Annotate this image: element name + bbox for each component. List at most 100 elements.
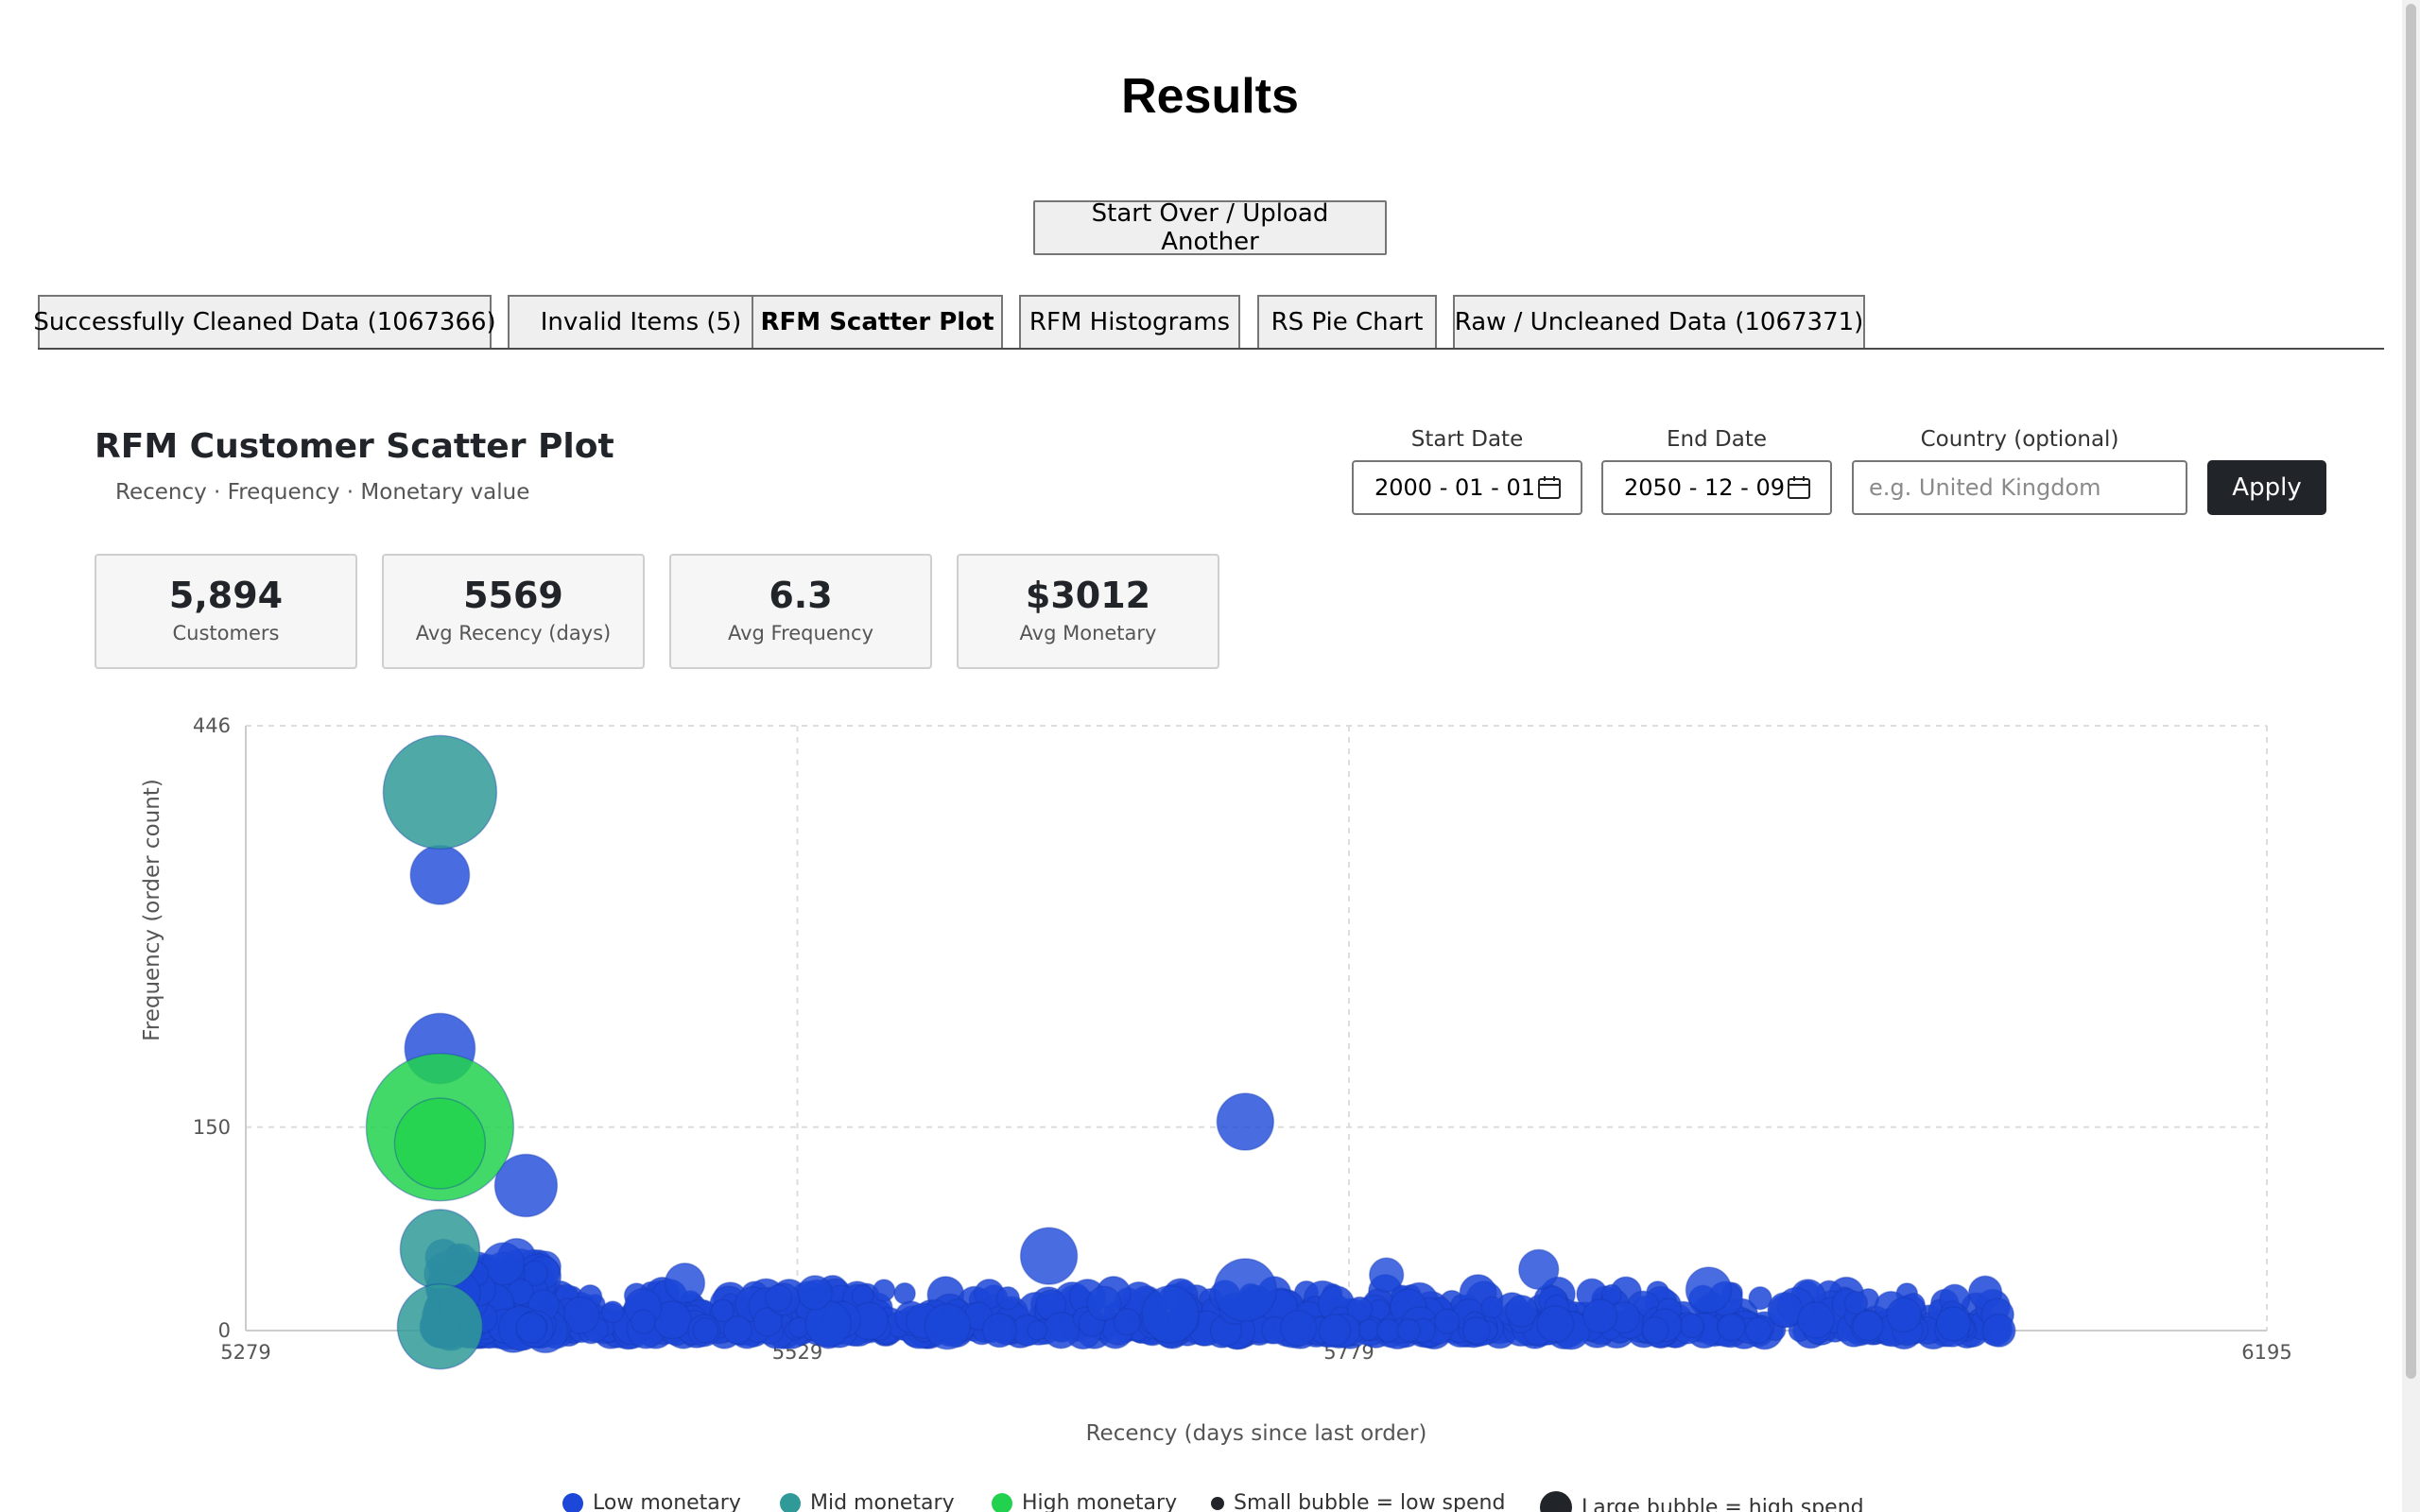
data-point	[1216, 1092, 1275, 1151]
data-point	[924, 1302, 971, 1350]
tab-rfm-histograms[interactable]: RFM Histograms	[1019, 295, 1240, 348]
data-point	[1981, 1313, 2016, 1348]
legend-label: Low monetary	[593, 1491, 741, 1512]
y-axis-title: Frequency (order count)	[140, 779, 164, 1041]
legend-dot-small	[1211, 1496, 1224, 1510]
data-point	[601, 1300, 625, 1324]
data-point	[1536, 1305, 1575, 1343]
country-input[interactable]	[1852, 460, 2187, 515]
end-date-input[interactable]: 2050 - 12 - 09	[1601, 460, 1832, 515]
start-over-button[interactable]: Start Over / Upload Another	[1033, 199, 1387, 256]
data-point	[1886, 1297, 1922, 1333]
stat-card-avg-recency: 5569 Avg Recency (days)	[382, 554, 645, 669]
legend-item-low: Low monetary	[562, 1491, 741, 1512]
data-point	[1582, 1297, 1618, 1334]
data-point	[1717, 1313, 1746, 1342]
data-point	[1318, 1314, 1352, 1348]
data-point	[382, 734, 498, 850]
data-point	[872, 1279, 896, 1302]
chart-title: RFM Customer Scatter Plot	[95, 427, 614, 466]
data-point	[1480, 1296, 1504, 1319]
scrollbar-thumb[interactable]	[2406, 4, 2416, 1379]
stat-label: Avg Frequency	[727, 622, 874, 644]
stat-card-avg-monetary: $3012 Avg Monetary	[957, 554, 1219, 669]
start-date-value: 2000 - 01 - 01	[1374, 474, 1535, 501]
data-point	[692, 1316, 719, 1344]
data-point	[1935, 1306, 1972, 1342]
tab-cleaned-data[interactable]: Successfully Cleaned Data (1067366)	[33, 295, 496, 348]
data-point	[399, 1209, 481, 1290]
x-tick-label: 6195	[2241, 1341, 2291, 1364]
data-point	[1748, 1286, 1772, 1311]
stat-value: 5,894	[168, 575, 284, 616]
data-point	[409, 844, 471, 905]
legend-dot-large	[1540, 1491, 1572, 1512]
apply-button[interactable]: Apply	[2207, 460, 2326, 515]
legend-label: Small bubble = low spend	[1234, 1491, 1506, 1512]
data-point	[631, 1309, 656, 1334]
tab-raw-data[interactable]: Raw / Uncleaned Data (1067371)	[1453, 295, 1865, 348]
page-scrollbar[interactable]	[2402, 0, 2420, 1512]
legend-dot-mid	[780, 1492, 801, 1512]
x-tick-label: 5279	[220, 1341, 270, 1364]
data-point	[797, 1275, 833, 1311]
calendar-icon[interactable]	[1787, 475, 1811, 500]
legend-label: High monetary	[1022, 1491, 1178, 1512]
data-point	[1086, 1285, 1122, 1322]
data-point	[1357, 1318, 1380, 1341]
data-point	[1213, 1258, 1278, 1322]
data-point	[1744, 1316, 1772, 1345]
results-page: Results Start Over / Upload Another Succ…	[0, 0, 2420, 1512]
data-point	[764, 1283, 793, 1313]
data-point	[396, 1282, 484, 1370]
stat-value: 6.3	[769, 575, 833, 616]
legend-item-mid: Mid monetary	[780, 1491, 955, 1512]
data-point	[515, 1312, 547, 1344]
data-point	[1852, 1310, 1884, 1342]
y-tick-label: 446	[193, 714, 231, 737]
stat-label: Avg Monetary	[1019, 622, 1157, 644]
data-point	[1434, 1308, 1461, 1334]
tab-rfm-scatter-plot[interactable]: RFM Scatter Plot	[752, 295, 1003, 348]
data-point	[995, 1285, 1021, 1311]
data-point	[1019, 1227, 1079, 1285]
legend-item-large-bubble: Large bubble = high spend	[1540, 1491, 1864, 1512]
chart-subtitle: Recency · Frequency · Monetary value	[115, 480, 530, 505]
legend-item-high: High monetary	[992, 1491, 1177, 1512]
legend-dot-low	[562, 1492, 583, 1512]
tab-rs-pie-chart[interactable]: RS Pie Chart	[1257, 295, 1437, 348]
data-point	[1679, 1313, 1704, 1339]
stat-label: Customers	[172, 622, 280, 644]
start-date-input[interactable]: 2000 - 01 - 01	[1352, 460, 1582, 515]
data-point	[1375, 1318, 1401, 1343]
data-point	[1396, 1318, 1422, 1343]
end-date-value: 2050 - 12 - 09	[1624, 474, 1785, 501]
data-point	[1461, 1315, 1491, 1346]
data-point	[1027, 1319, 1048, 1341]
data-point	[1641, 1315, 1669, 1345]
start-date-label: Start Date	[1410, 427, 1524, 452]
calendar-icon[interactable]	[1537, 475, 1562, 500]
data-point	[981, 1313, 1017, 1349]
x-axis-title: Recency (days since last order)	[1086, 1421, 1427, 1446]
stat-card-avg-frequency: 6.3 Avg Frequency	[669, 554, 932, 669]
rfm-scatter-chart: 5279 5529 5779 61950150446Recency (days sin…	[140, 714, 2292, 1446]
stat-card-customers: 5,894 Customers	[95, 554, 357, 669]
page-title: Results	[1121, 69, 1299, 124]
y-tick-label: 0	[218, 1319, 231, 1342]
stat-value: $3012	[1025, 575, 1151, 616]
data-point	[1368, 1257, 1405, 1293]
data-point	[1797, 1301, 1835, 1339]
legend-label: Large bubble = high spend	[1582, 1495, 1864, 1512]
data-point	[1141, 1285, 1200, 1344]
data-point	[1518, 1248, 1560, 1291]
country-label: Country (optional)	[1920, 427, 2119, 452]
data-point	[1505, 1295, 1538, 1328]
data-point	[1685, 1266, 1733, 1314]
stat-label: Avg Recency (days)	[415, 622, 612, 644]
legend-label: Mid monetary	[810, 1491, 955, 1512]
legend-item-small-bubble: Small bubble = low spend	[1211, 1491, 1505, 1512]
tab-invalid-items[interactable]: Invalid Items (5)	[508, 295, 774, 348]
y-tick-label: 150	[193, 1116, 231, 1139]
end-date-label: End Date	[1667, 427, 1767, 452]
